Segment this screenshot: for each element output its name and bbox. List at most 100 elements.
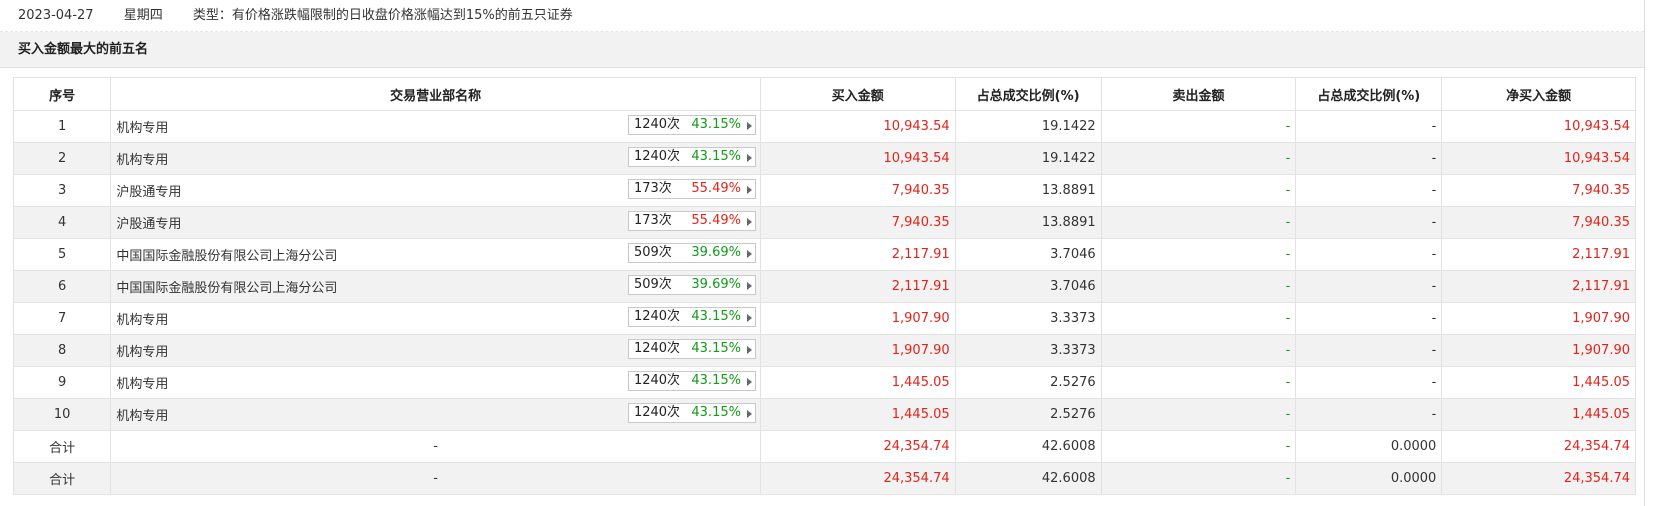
sell-ratio: - bbox=[1295, 366, 1443, 399]
col-header-no: 序号 bbox=[12, 77, 112, 111]
table-row: 1 机构专用 1240次 43.15% 10,943.54 19.1422 - … bbox=[12, 110, 1636, 143]
buy-top5-table-container: 序号 交易营业部名称 买入金额 占总成交比例(%) 卖出金额 占总成交比例(%)… bbox=[12, 77, 1636, 495]
table-row: 10 机构专用 1240次 43.15% 1,445.05 2.5276 - -… bbox=[12, 398, 1636, 431]
arrow-right-icon bbox=[746, 250, 752, 258]
branch-stats-button[interactable]: 509次 39.69% bbox=[627, 275, 756, 295]
branch-name[interactable]: 中国国际金融股份有限公司上海分公司 bbox=[116, 281, 337, 296]
col-header-buy-ratio: 占总成交比例(%) bbox=[954, 77, 1102, 111]
col-header-net: 净买入金额 bbox=[1441, 77, 1636, 111]
branch-name[interactable]: 机构专用 bbox=[116, 121, 168, 136]
branch-pct: 39.69% bbox=[691, 245, 741, 260]
buy-ratio: 2.5276 bbox=[954, 366, 1102, 399]
net-buy: 1,445.05 bbox=[1441, 366, 1636, 399]
row-no: 7 bbox=[12, 302, 112, 335]
total-buy-ratio: 42.6008 bbox=[954, 430, 1102, 463]
branch-stats-button[interactable]: 509次 39.69% bbox=[627, 243, 756, 263]
branch-count: 1240次 bbox=[633, 341, 681, 356]
arrow-right-icon bbox=[746, 410, 752, 418]
arrow-right-icon bbox=[746, 154, 752, 162]
branch-pct: 43.15% bbox=[691, 149, 741, 164]
sell-amount: - bbox=[1100, 270, 1297, 303]
buy-ratio: 3.3373 bbox=[954, 302, 1102, 335]
total-net: 24,354.74 bbox=[1441, 462, 1636, 495]
buy-amount: 2,117.91 bbox=[759, 270, 956, 303]
buy-amount: 10,943.54 bbox=[759, 110, 956, 143]
sell-amount: - bbox=[1100, 110, 1297, 143]
branch-pct: 43.15% bbox=[691, 405, 741, 420]
buy-ratio: 3.3373 bbox=[954, 334, 1102, 367]
net-buy: 10,943.54 bbox=[1441, 110, 1636, 143]
branch-name[interactable]: 机构专用 bbox=[116, 409, 168, 424]
col-header-sell-ratio: 占总成交比例(%) bbox=[1295, 77, 1443, 111]
info-bar: 2023-04-27 星期四 类型：有价格涨跌幅限制的日收盘价格涨幅达到15%的… bbox=[0, 0, 1644, 32]
branch-name[interactable]: 机构专用 bbox=[116, 377, 168, 392]
branch-stats-button[interactable]: 173次 55.49% bbox=[627, 211, 756, 231]
row-no: 10 bbox=[12, 398, 112, 431]
branch-count: 1240次 bbox=[633, 149, 681, 164]
total-sell: - bbox=[1100, 462, 1297, 495]
branch-name[interactable]: 机构专用 bbox=[116, 153, 168, 168]
branch-count: 173次 bbox=[633, 213, 672, 228]
total-branch: - bbox=[110, 430, 761, 463]
trade-date: 2023-04-27 bbox=[18, 8, 94, 23]
sell-amount: - bbox=[1100, 142, 1297, 175]
buy-amount: 2,117.91 bbox=[759, 238, 956, 271]
buy-amount: 1,907.90 bbox=[759, 302, 956, 335]
branch-name[interactable]: 机构专用 bbox=[116, 313, 168, 328]
col-header-buy: 买入金额 bbox=[759, 77, 956, 111]
sell-ratio: - bbox=[1295, 334, 1443, 367]
branch-stats-button[interactable]: 1240次 43.15% bbox=[627, 339, 756, 359]
row-no: 4 bbox=[12, 206, 112, 239]
type-description: 类型：有价格涨跌幅限制的日收盘价格涨幅达到15%的前五只证券 bbox=[192, 8, 573, 23]
table-row: 9 机构专用 1240次 43.15% 1,445.05 2.5276 - - … bbox=[12, 366, 1636, 399]
table-row: 7 机构专用 1240次 43.15% 1,907.90 3.3373 - - … bbox=[12, 302, 1636, 335]
branch-name[interactable]: 沪股通专用 bbox=[116, 217, 181, 232]
arrow-right-icon bbox=[746, 346, 752, 354]
branch-stats-button[interactable]: 1240次 43.15% bbox=[627, 371, 756, 391]
branch-name[interactable]: 中国国际金融股份有限公司上海分公司 bbox=[116, 249, 337, 264]
sell-ratio: - bbox=[1295, 174, 1443, 207]
branch-name[interactable]: 机构专用 bbox=[116, 345, 168, 360]
col-header-branch: 交易营业部名称 bbox=[110, 77, 761, 111]
branch-count: 1240次 bbox=[633, 117, 681, 132]
branch-pct: 43.15% bbox=[691, 309, 741, 324]
sell-amount: - bbox=[1100, 206, 1297, 239]
arrow-right-icon bbox=[746, 218, 752, 226]
buy-ratio: 3.7046 bbox=[954, 238, 1102, 271]
arrow-right-icon bbox=[746, 186, 752, 194]
branch-count: 1240次 bbox=[633, 373, 681, 388]
total-buy-ratio: 42.6008 bbox=[954, 462, 1102, 495]
sell-ratio: - bbox=[1295, 206, 1443, 239]
sell-amount: - bbox=[1100, 302, 1297, 335]
branch-cell: 机构专用 1240次 43.15% bbox=[110, 302, 761, 335]
buy-amount: 7,940.35 bbox=[759, 206, 956, 239]
table-row: 4 沪股通专用 173次 55.49% 7,940.35 13.8891 - -… bbox=[12, 206, 1636, 239]
branch-stats-button[interactable]: 173次 55.49% bbox=[627, 179, 756, 199]
buy-ratio: 2.5276 bbox=[954, 398, 1102, 431]
net-buy: 1,907.90 bbox=[1441, 334, 1636, 367]
sell-amount: - bbox=[1100, 398, 1297, 431]
row-no: 5 bbox=[12, 238, 112, 271]
arrow-right-icon bbox=[746, 282, 752, 290]
buy-amount: 1,445.05 bbox=[759, 398, 956, 431]
total-label: 合计 bbox=[12, 430, 112, 463]
sell-ratio: - bbox=[1295, 270, 1443, 303]
table-row: 2 机构专用 1240次 43.15% 10,943.54 19.1422 - … bbox=[12, 142, 1636, 175]
branch-count: 509次 bbox=[633, 245, 672, 260]
sell-amount: - bbox=[1100, 334, 1297, 367]
buy-amount: 7,940.35 bbox=[759, 174, 956, 207]
net-buy: 7,940.35 bbox=[1441, 206, 1636, 239]
col-header-sell: 卖出金额 bbox=[1100, 77, 1297, 111]
total-buy: 24,354.74 bbox=[759, 430, 956, 463]
branch-stats-button[interactable]: 1240次 43.15% bbox=[627, 115, 756, 135]
branch-cell: 机构专用 1240次 43.15% bbox=[110, 334, 761, 367]
branch-stats-button[interactable]: 1240次 43.15% bbox=[627, 403, 756, 423]
branch-stats-button[interactable]: 1240次 43.15% bbox=[627, 147, 756, 167]
table-row: 8 机构专用 1240次 43.15% 1,907.90 3.3373 - - … bbox=[12, 334, 1636, 367]
total-sell-ratio: 0.0000 bbox=[1295, 430, 1443, 463]
branch-count: 1240次 bbox=[633, 309, 681, 324]
branch-name[interactable]: 沪股通专用 bbox=[116, 185, 181, 200]
branch-cell: 沪股通专用 173次 55.49% bbox=[110, 206, 761, 239]
buy-ratio: 3.7046 bbox=[954, 270, 1102, 303]
branch-stats-button[interactable]: 1240次 43.15% bbox=[627, 307, 756, 327]
